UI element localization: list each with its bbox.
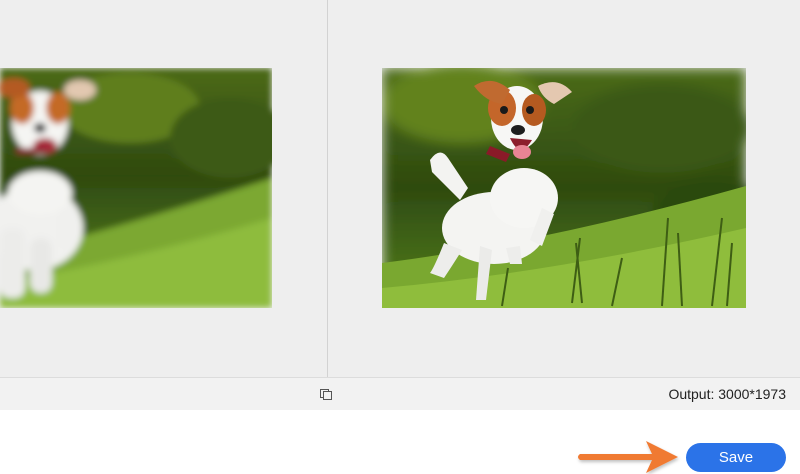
comparison-view	[0, 0, 800, 377]
enhanced-image	[382, 68, 746, 308]
orange-arrow-right-icon	[578, 441, 678, 473]
save-button[interactable]: Save	[686, 443, 786, 472]
action-bar: Save	[0, 410, 800, 474]
compare-squares-icon[interactable]	[320, 389, 333, 401]
enhancer-window: Output: 3000*1973 Save	[0, 0, 800, 474]
split-divider[interactable]	[327, 0, 328, 377]
enhanced-image-preview	[382, 68, 746, 308]
output-resolution-label: Output: 3000*1973	[668, 386, 786, 402]
original-image-preview	[0, 68, 272, 308]
status-bar: Output: 3000*1973	[0, 377, 800, 410]
original-image	[0, 68, 272, 308]
